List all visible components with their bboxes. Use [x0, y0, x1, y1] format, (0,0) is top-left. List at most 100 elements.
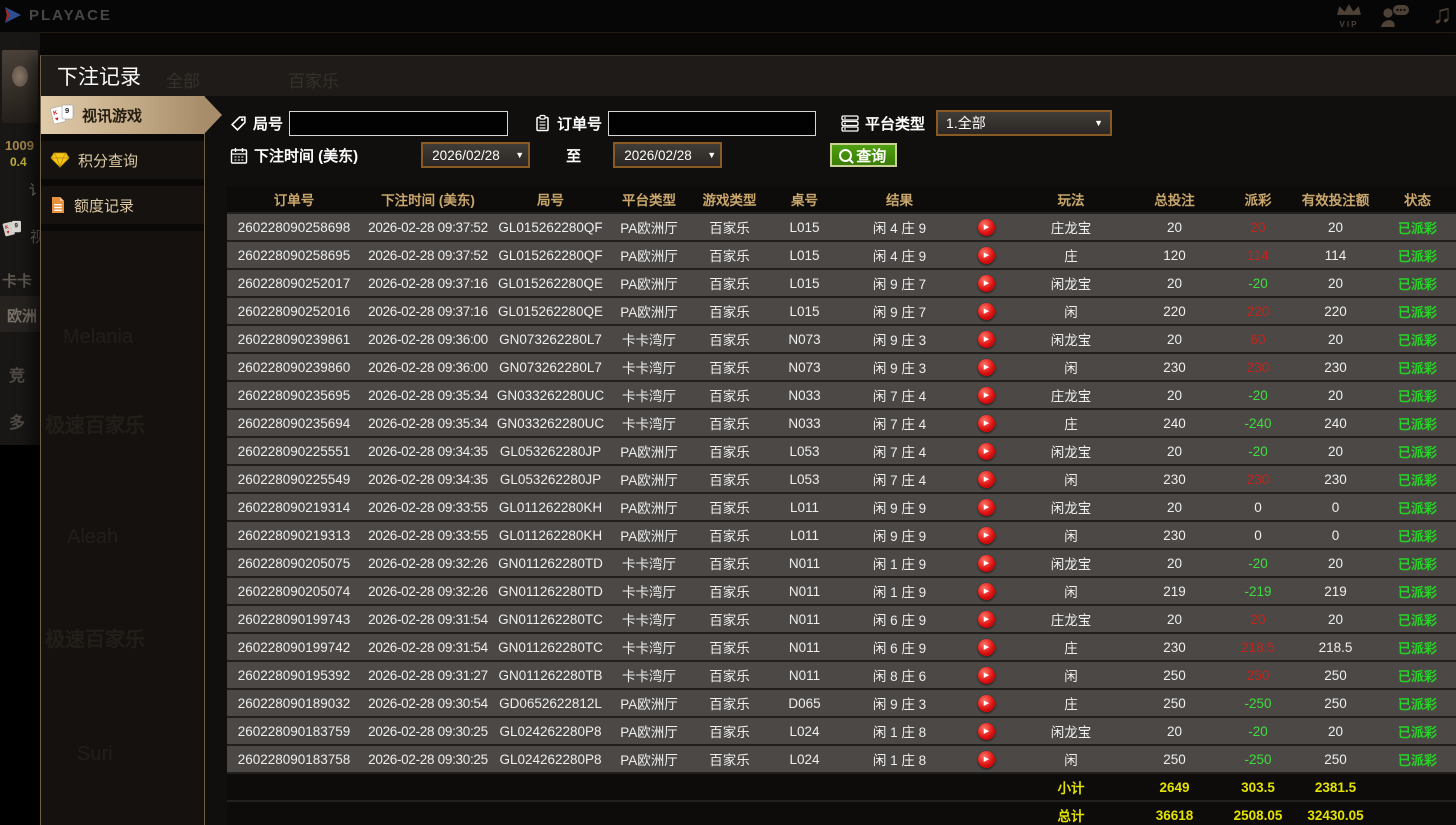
cell-replay: ▶	[957, 438, 1015, 464]
replay-button[interactable]: ▶	[978, 359, 995, 376]
vip-button[interactable]: VIP	[1328, 3, 1370, 29]
cell-valid-bet: 0	[1294, 494, 1377, 520]
col-header-payout: 派彩	[1222, 186, 1294, 212]
replay-button[interactable]: ▶	[978, 219, 995, 236]
cell-play-type: 闲龙宝	[1015, 270, 1127, 296]
replay-button[interactable]: ▶	[978, 723, 995, 740]
table-row: 260228090183758 2026-02-28 09:30:25 GL02…	[227, 746, 1456, 774]
cell-order-id: 260228090195392	[227, 662, 361, 688]
table-row: 260228090239861 2026-02-28 09:36:00 GN07…	[227, 326, 1456, 354]
cell-play-type: 庄龙宝	[1015, 214, 1127, 240]
cell-table-no: L015	[767, 242, 842, 268]
cell-platform: 卡卡湾厅	[606, 354, 692, 380]
cell-status: 已派彩	[1377, 578, 1456, 604]
sidebar: K ♥ 9 视讯游戏 积分查询	[41, 96, 205, 825]
platform-type-select[interactable]: 1.全部 ▼	[936, 110, 1112, 136]
platform-type-value: 1.全部	[946, 113, 986, 133]
cell-status: 已派彩	[1377, 214, 1456, 240]
sidebar-item-credit-records[interactable]: 额度记录	[41, 186, 204, 224]
sidebar-item-video-games[interactable]: K ♥ 9 视讯游戏	[41, 96, 204, 134]
replay-button[interactable]: ▶	[978, 275, 995, 292]
cell-order-id: 260228090252016	[227, 298, 361, 324]
replay-button[interactable]: ▶	[978, 583, 995, 600]
cell-result: 闲 9 庄 3	[842, 690, 957, 716]
cell-bet-time: 2026-02-28 09:37:16	[361, 270, 495, 296]
cell-payout: -250	[1222, 690, 1294, 716]
replay-button[interactable]: ▶	[978, 331, 995, 348]
cell-platform: PA欧洲厅	[606, 690, 692, 716]
replay-button[interactable]: ▶	[978, 415, 995, 432]
cell-platform: 卡卡湾厅	[606, 410, 692, 436]
cell-game-type: 百家乐	[692, 522, 767, 548]
date-to-select[interactable]: 2026/02/28 ▼	[613, 142, 722, 168]
replay-button[interactable]: ▶	[978, 555, 995, 572]
order-number-input[interactable]	[608, 111, 816, 136]
replay-button[interactable]: ▶	[978, 443, 995, 460]
background-lobby-strip: 1009 0.4 讠 K ♥ 9 视 卡卡 欧洲 竞 多	[0, 32, 40, 825]
replay-button[interactable]: ▶	[978, 527, 995, 544]
cell-result: 闲 9 庄 9	[842, 494, 957, 520]
cell-order-id: 260228090235695	[227, 382, 361, 408]
date-to-value: 2026/02/28	[624, 148, 692, 163]
replay-button[interactable]: ▶	[978, 611, 995, 628]
cell-bet-time: 2026-02-28 09:37:52	[361, 242, 495, 268]
replay-button[interactable]: ▶	[978, 303, 995, 320]
col-header-bet-time: 下注时间 (美东)	[361, 186, 495, 212]
cell-replay: ▶	[957, 634, 1015, 660]
music-button[interactable]: ♫	[1432, 0, 1452, 30]
support-chat-button[interactable]	[1380, 4, 1410, 33]
ghost-text: Suri	[77, 743, 113, 766]
cell-order-id: 260228090258698	[227, 214, 361, 240]
ghost-text: 百家乐	[288, 67, 339, 92]
cell-total-bet: 20	[1127, 214, 1222, 240]
cell-round-id: GN073262280L7	[495, 354, 606, 380]
cell-payout: -20	[1222, 270, 1294, 296]
round-number-input[interactable]	[289, 111, 508, 136]
col-header-play-type: 玩法	[1015, 186, 1127, 212]
cell-status: 已派彩	[1377, 354, 1456, 380]
cell-replay: ▶	[957, 578, 1015, 604]
play-icon: ▶	[984, 364, 989, 371]
round-number-label: 局号	[253, 113, 283, 134]
date-from-select[interactable]: 2026/02/28 ▼	[421, 142, 530, 168]
replay-button[interactable]: ▶	[978, 667, 995, 684]
cell-valid-bet: 20	[1294, 438, 1377, 464]
replay-button[interactable]: ▶	[978, 387, 995, 404]
cell-round-id: GN033262280UC	[495, 382, 606, 408]
nav-partial: 卡卡	[2, 270, 32, 291]
replay-button[interactable]: ▶	[978, 247, 995, 264]
cell-game-type: 百家乐	[692, 438, 767, 464]
col-header-order-id: 订单号	[227, 186, 361, 212]
cell-platform: 卡卡湾厅	[606, 382, 692, 408]
replay-button[interactable]: ▶	[978, 499, 995, 516]
replay-button[interactable]: ▶	[978, 695, 995, 712]
ghost-text: Melania	[63, 326, 133, 349]
cell-total-bet: 230	[1127, 634, 1222, 660]
cell-valid-bet: 20	[1294, 326, 1377, 352]
col-header-replay	[957, 186, 1015, 212]
table-row: 260228090252016 2026-02-28 09:37:16 GL01…	[227, 298, 1456, 326]
table-row: 260228090183759 2026-02-28 09:30:25 GL02…	[227, 718, 1456, 746]
cell-game-type: 百家乐	[692, 354, 767, 380]
replay-button[interactable]: ▶	[978, 751, 995, 768]
sidebar-item-label: 积分查询	[78, 150, 138, 171]
replay-button[interactable]: ▶	[978, 639, 995, 656]
replay-button[interactable]: ▶	[978, 471, 995, 488]
play-icon: ▶	[984, 420, 989, 427]
search-button[interactable]: 查询	[830, 143, 897, 167]
cell-platform: 卡卡湾厅	[606, 550, 692, 576]
cell-replay: ▶	[957, 242, 1015, 268]
cell-valid-bet: 20	[1294, 270, 1377, 296]
table-row: 260228090252017 2026-02-28 09:37:16 GL01…	[227, 270, 1456, 298]
cell-result: 闲 6 庄 9	[842, 606, 957, 632]
screen: PLAYACE VIP ♫ 1009 0.4 讠	[0, 0, 1456, 825]
cell-platform: PA欧洲厅	[606, 522, 692, 548]
cell-round-id: GL015262280QF	[495, 242, 606, 268]
table-row: 260228090189032 2026-02-28 09:30:54 GD06…	[227, 690, 1456, 718]
cell-status: 已派彩	[1377, 298, 1456, 324]
cell-play-type: 庄龙宝	[1015, 382, 1127, 408]
cell-round-id: GL011262280KH	[495, 494, 606, 520]
cell-order-id: 260228090239860	[227, 354, 361, 380]
sidebar-item-points-query[interactable]: 积分查询	[41, 141, 204, 179]
cell-result: 闲 4 庄 9	[842, 242, 957, 268]
